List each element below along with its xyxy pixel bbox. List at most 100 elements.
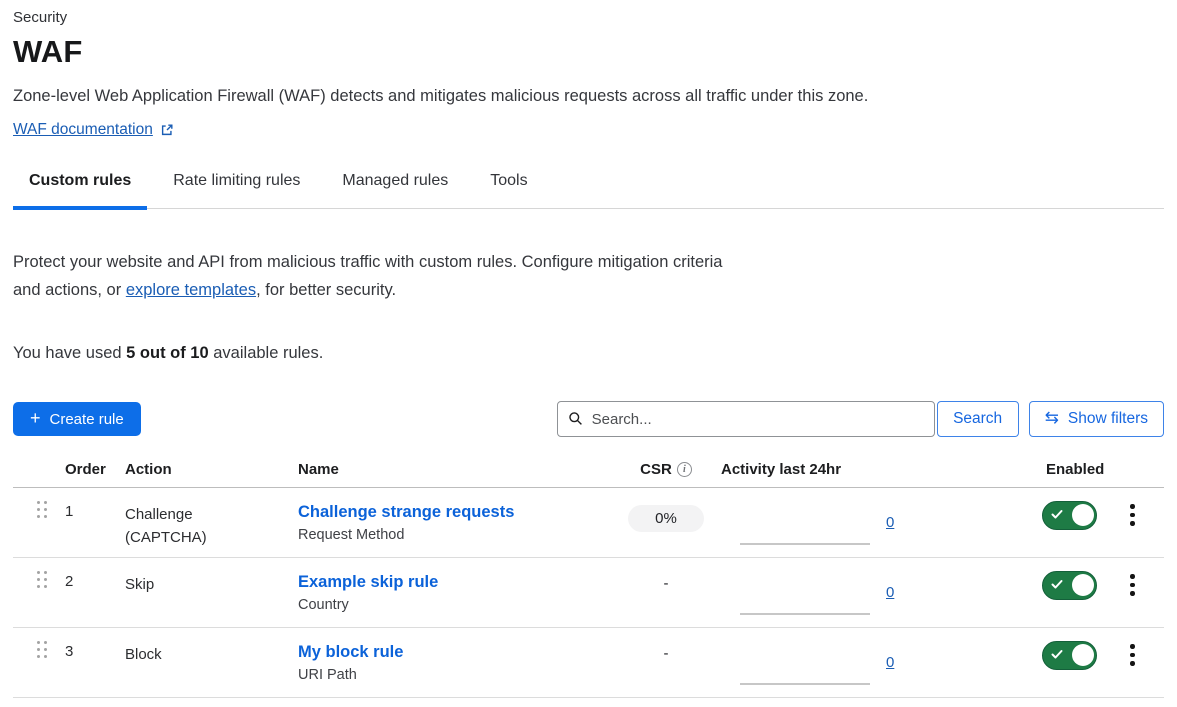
csr-cell: 0% xyxy=(624,488,708,557)
enabled-cell xyxy=(1033,488,1115,557)
kebab-menu-icon[interactable] xyxy=(1130,574,1135,596)
intro-after: , for better security. xyxy=(256,281,396,299)
tab-rate-limiting-rules[interactable]: Rate limiting rules xyxy=(157,172,316,208)
activity-cell: 0 xyxy=(708,558,1033,627)
rule-name-link[interactable]: Challenge strange requests xyxy=(298,503,514,521)
toggle-knob xyxy=(1072,644,1094,666)
tab-custom-rules[interactable]: Custom rules xyxy=(13,172,147,208)
rule-order: 3 xyxy=(52,628,112,697)
col-menu xyxy=(1115,461,1164,478)
toggle-knob xyxy=(1072,504,1094,526)
check-icon xyxy=(1051,509,1063,520)
breadcrumb-security: Security xyxy=(13,8,1164,27)
check-icon xyxy=(1051,649,1063,660)
table-row: 3 Block My block rule URI Path - 0 xyxy=(13,628,1164,698)
activity-sparkline xyxy=(740,613,870,615)
search-wrap xyxy=(557,401,935,437)
activity-count-link[interactable]: 0 xyxy=(886,584,894,601)
drag-cell xyxy=(13,558,52,627)
page-title: WAF xyxy=(13,33,1164,71)
activity-count-link[interactable]: 0 xyxy=(886,514,894,531)
col-action: Action xyxy=(112,461,285,478)
kebab-menu-icon[interactable] xyxy=(1130,644,1135,666)
col-activity: Activity last 24hr xyxy=(708,461,1033,478)
col-order: Order xyxy=(52,461,112,478)
enabled-cell xyxy=(1033,558,1115,627)
tab-tools[interactable]: Tools xyxy=(474,172,543,208)
table-header-row: Order Action Name CSR i Activity last 24… xyxy=(13,461,1164,488)
enabled-toggle[interactable] xyxy=(1042,641,1097,670)
csr-cell: - xyxy=(624,628,708,697)
swap-arrows-icon: ⇆ xyxy=(1045,410,1059,427)
kebab-cell xyxy=(1115,628,1164,697)
rule-field: URI Path xyxy=(298,667,624,683)
table-row: 1 Challenge (CAPTCHA) Challenge strange … xyxy=(13,488,1164,558)
rules-table-body: 1 Challenge (CAPTCHA) Challenge strange … xyxy=(13,488,1164,698)
drag-handle-icon[interactable] xyxy=(37,571,47,588)
rule-action: Skip xyxy=(112,558,285,627)
tab-bar: Custom rules Rate limiting rules Managed… xyxy=(13,172,1164,209)
kebab-cell xyxy=(1115,488,1164,557)
usage-text: You have used 5 out of 10 available rule… xyxy=(13,344,1164,363)
kebab-menu-icon[interactable] xyxy=(1130,504,1135,526)
activity-sparkline xyxy=(740,683,870,685)
create-rule-label: Create rule xyxy=(50,411,124,428)
rule-order: 1 xyxy=(52,488,112,557)
activity-cell: 0 xyxy=(708,488,1033,557)
rule-action: Challenge (CAPTCHA) xyxy=(112,488,285,557)
enabled-cell xyxy=(1033,628,1115,697)
page-description: Zone-level Web Application Firewall (WAF… xyxy=(13,86,1164,107)
usage-before: You have used xyxy=(13,344,126,362)
doc-link-row: WAF documentation xyxy=(13,121,1164,139)
rule-name-cell: Example skip rule Country xyxy=(285,558,624,627)
waf-page: Security WAF Zone-level Web Application … xyxy=(0,0,1177,698)
rule-name-link[interactable]: My block rule xyxy=(298,643,403,661)
col-enabled: Enabled xyxy=(1033,461,1115,478)
intro-text: Protect your website and API from malici… xyxy=(13,249,750,304)
plus-icon: + xyxy=(30,409,41,427)
tab-managed-rules[interactable]: Managed rules xyxy=(326,172,464,208)
rule-action: Block xyxy=(112,628,285,697)
waf-documentation-link[interactable]: WAF documentation xyxy=(13,121,153,139)
explore-templates-link[interactable]: explore templates xyxy=(126,281,256,299)
enabled-toggle[interactable] xyxy=(1042,571,1097,600)
rule-name-cell: My block rule URI Path xyxy=(285,628,624,697)
external-link-icon xyxy=(160,123,174,137)
drag-cell xyxy=(13,488,52,557)
drag-handle-icon[interactable] xyxy=(37,501,47,518)
rules-toolbar: + Create rule Search ⇆ Show filters xyxy=(13,401,1164,437)
search-input[interactable] xyxy=(557,401,935,437)
col-drag xyxy=(13,461,52,478)
table-row: 2 Skip Example skip rule Country - 0 xyxy=(13,558,1164,628)
activity-sparkline xyxy=(740,543,870,545)
usage-after: available rules. xyxy=(209,344,324,362)
csr-cell: - xyxy=(624,558,708,627)
usage-count: 5 out of 10 xyxy=(126,344,209,362)
rule-field: Request Method xyxy=(298,527,624,543)
enabled-toggle[interactable] xyxy=(1042,501,1097,530)
toolbar-right: Search ⇆ Show filters xyxy=(557,401,1164,437)
csr-value: - xyxy=(664,575,669,592)
search-button[interactable]: Search xyxy=(937,401,1019,437)
info-icon[interactable]: i xyxy=(677,462,692,477)
drag-handle-icon[interactable] xyxy=(37,641,47,658)
rules-table: Order Action Name CSR i Activity last 24… xyxy=(13,461,1164,698)
rule-name-link[interactable]: Example skip rule xyxy=(298,573,438,591)
rule-order: 2 xyxy=(52,558,112,627)
col-name: Name xyxy=(285,461,624,478)
csr-value: 0% xyxy=(628,505,704,532)
create-rule-button[interactable]: + Create rule xyxy=(13,402,141,436)
rule-field: Country xyxy=(298,597,624,613)
show-filters-label: Show filters xyxy=(1068,410,1148,428)
csr-value: - xyxy=(664,645,669,662)
rule-name-cell: Challenge strange requests Request Metho… xyxy=(285,488,624,557)
drag-cell xyxy=(13,628,52,697)
show-filters-button[interactable]: ⇆ Show filters xyxy=(1029,401,1164,437)
col-csr: CSR i xyxy=(624,461,708,478)
csr-header-label: CSR xyxy=(640,461,672,478)
kebab-cell xyxy=(1115,558,1164,627)
toggle-knob xyxy=(1072,574,1094,596)
check-icon xyxy=(1051,579,1063,590)
activity-count-link[interactable]: 0 xyxy=(886,654,894,671)
activity-cell: 0 xyxy=(708,628,1033,697)
